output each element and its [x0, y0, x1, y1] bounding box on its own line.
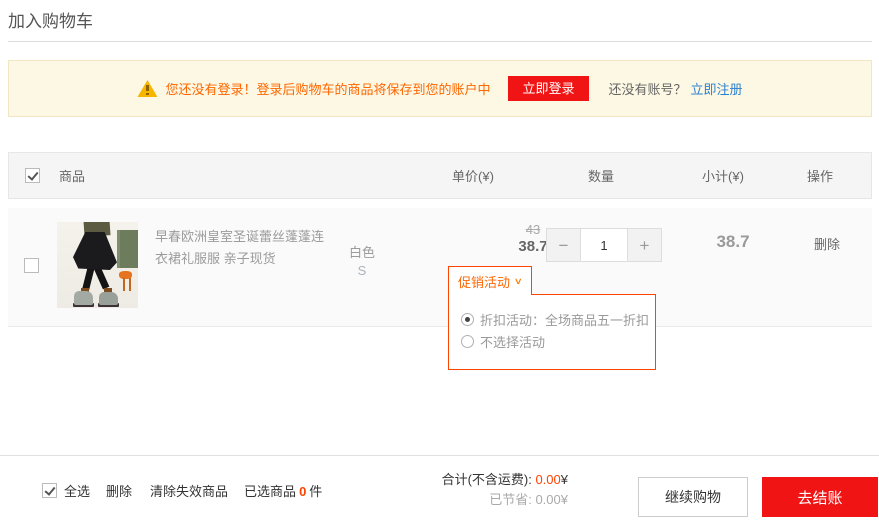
- select-all-label[interactable]: 全选: [64, 481, 90, 500]
- footer-delete-link[interactable]: 删除: [106, 481, 132, 500]
- radio-unselected-icon[interactable]: [461, 335, 474, 348]
- saved-value: 0.00¥: [535, 492, 568, 507]
- register-now-link[interactable]: 立即注册: [691, 79, 743, 98]
- promotion-option-label: 不选择活动: [480, 332, 545, 351]
- product-image[interactable]: [57, 222, 138, 308]
- total-currency: ¥: [561, 472, 568, 487]
- promotion-dropdown-panel: 折扣活动：全场商品五一折扣 不选择活动: [448, 294, 656, 370]
- minus-icon: −: [559, 237, 569, 254]
- header-subtotal: 小计(¥): [678, 153, 768, 198]
- plus-icon: +: [640, 237, 650, 254]
- radio-selected-icon[interactable]: [461, 313, 474, 326]
- cart-table-header: 商品 单价(¥) 数量 小计(¥) 操作: [8, 152, 872, 199]
- cart-footer-bar: 全选 删除 清除失效商品 已选商品0件 合计(不含运费): 0.00¥ 已节省:…: [0, 455, 879, 524]
- saved-line: 已节省: 0.00¥: [489, 490, 568, 510]
- item-checkbox[interactable]: [24, 258, 39, 273]
- product-size: S: [330, 262, 394, 280]
- item-delete-link[interactable]: 删除: [800, 234, 854, 253]
- image-boot: [74, 291, 93, 305]
- product-sku: 白色 S: [330, 244, 394, 280]
- checkout-button[interactable]: 去结账: [762, 477, 878, 517]
- promotion-label: 促销活动: [458, 272, 510, 291]
- login-warning-banner: 您还没有登录！登录后购物车的商品将保存到您的账户中 立即登录 还没有账号？ 立即…: [8, 60, 872, 117]
- product-title-link[interactable]: 早春欧洲皇室圣诞蕾丝蓬蓬连衣裙礼服服 亲子现货: [155, 226, 336, 270]
- title-divider: [8, 41, 872, 42]
- total-line: 合计(不含运费): 0.00¥: [442, 470, 568, 490]
- warning-triangle-icon: [137, 80, 157, 97]
- total-value: 0.00: [535, 472, 560, 487]
- selected-count-value: 0: [299, 484, 306, 499]
- header-quantity: 数量: [556, 153, 646, 198]
- quantity-input[interactable]: [581, 229, 627, 261]
- product-color: 白色: [330, 244, 394, 262]
- image-cabinet: [117, 230, 138, 268]
- header-product: 商品: [59, 153, 85, 198]
- select-all-footer-checkbox[interactable]: [42, 483, 57, 498]
- promotion-dropdown-toggle[interactable]: 促销活动 ∨: [448, 266, 532, 295]
- cart-item-row: 早春欧洲皇室圣诞蕾丝蓬蓬连衣裙礼服服 亲子现货 白色 S 43 38.7 − +…: [8, 208, 872, 327]
- header-unit-price: 单价(¥): [428, 153, 518, 198]
- login-warning-message: 您还没有登录！登录后购物车的商品将保存到您的账户中: [165, 79, 490, 98]
- quantity-increase-button[interactable]: +: [627, 229, 661, 261]
- selected-count-text: 已选商品0件: [244, 481, 322, 500]
- continue-shopping-button[interactable]: 继续购物: [638, 477, 748, 517]
- totals-block: 合计(不含运费): 0.00¥ 已节省: 0.00¥: [370, 456, 568, 524]
- select-all-header-checkbox[interactable]: [25, 168, 40, 183]
- promotion-option-label: 折扣活动：全场商品五一折扣: [480, 310, 649, 329]
- promotion-option-discount[interactable]: 折扣活动：全场商品五一折扣: [461, 308, 643, 330]
- item-subtotal: 38.7: [688, 232, 778, 252]
- clear-invalid-link[interactable]: 清除失效商品: [150, 481, 228, 500]
- quantity-decrease-button[interactable]: −: [547, 229, 581, 261]
- chevron-down-icon: ∨: [514, 276, 523, 287]
- page-title: 加入购物车: [8, 7, 93, 32]
- header-action: 操作: [793, 153, 847, 198]
- image-skirt: [73, 232, 117, 270]
- quantity-stepper: − +: [546, 228, 662, 262]
- footer-left-actions: 全选 删除 清除失效商品 已选商品0件: [42, 456, 322, 524]
- login-now-button[interactable]: 立即登录: [508, 76, 588, 101]
- image-boot: [99, 292, 118, 305]
- promotion-option-none[interactable]: 不选择活动: [461, 330, 643, 352]
- no-account-text: 还没有账号？: [609, 79, 687, 98]
